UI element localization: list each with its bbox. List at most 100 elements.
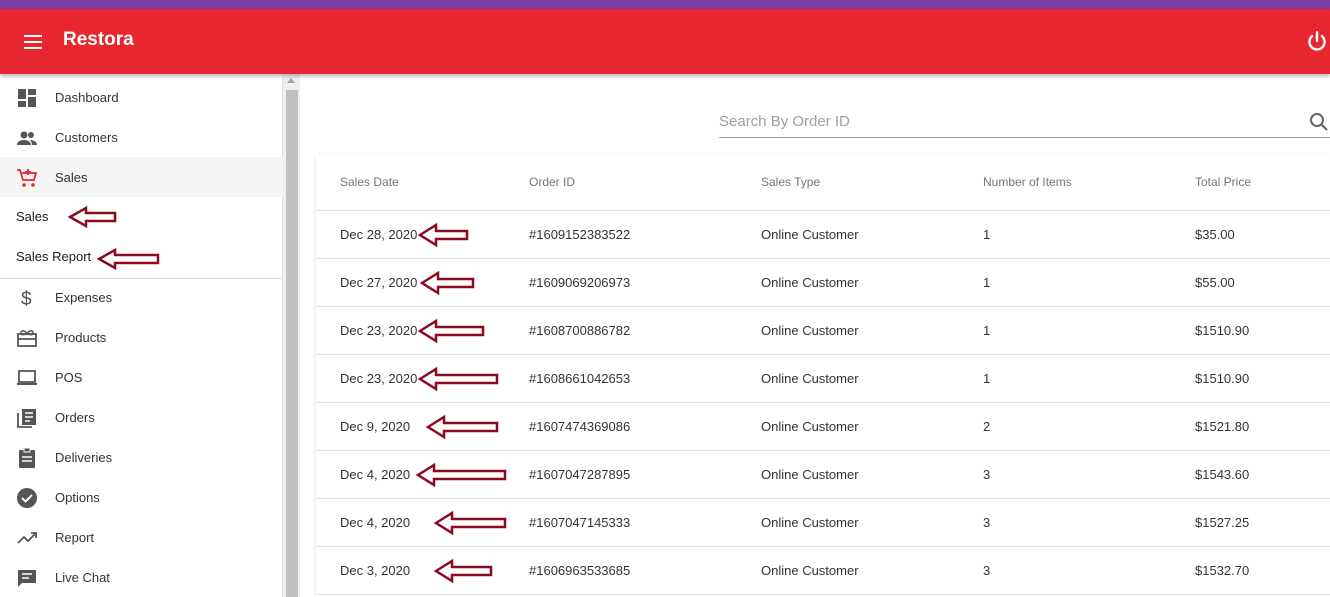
annotation-arrow-icon [426,415,499,439]
cell-order-id: #1607474369086 [529,419,631,434]
table-row[interactable]: Dec 23, 2020 #1608661042653 Online Custome… [316,355,1330,403]
cell-sales-type: Online Customer [761,275,859,290]
sidebar-item-deliveries[interactable]: Deliveries [0,437,283,477]
column-header-sales-date[interactable]: Sales Date [340,175,399,189]
sidebar-item-label: Options [55,489,100,505]
cell-order-id: #1608700886782 [529,323,631,338]
gift-box-icon [16,327,38,349]
cell-sales-type: Online Customer [761,563,859,578]
column-header-order-id[interactable]: Order ID [529,175,575,189]
sidebar-item-orders[interactable]: Orders [0,397,283,437]
column-header-number-of-items[interactable]: Number of Items [983,175,1072,189]
cell-sales-date: Dec 27, 2020 [340,275,418,290]
submenu-item-label: Sales [16,209,49,224]
sidebar-scrollbar[interactable] [283,74,300,597]
cell-total-price: $1510.90 [1195,323,1250,338]
cell-number-of-items: 3 [983,467,991,482]
table-row[interactable]: Dec 28, 2020 #1609152383522 Online Custome… [316,211,1330,259]
cell-total-price: $55.00 [1195,275,1235,290]
top-strip [0,0,1330,9]
sidebar-item-sales[interactable]: Sales [0,157,283,197]
cell-total-price: $1543.60 [1195,467,1250,482]
sidebar-item-live-chat[interactable]: Live Chat [0,557,283,597]
column-header-total-price[interactable]: Total Price [1195,175,1251,189]
sidebar: Dashboard Customers Sales Sales Sales Re… [0,74,283,597]
list-icon [16,407,38,429]
search-bar [719,106,1330,138]
clipboard-icon [16,447,38,469]
cell-total-price: $1527.25 [1195,515,1250,530]
cell-order-id: #1607047145333 [529,515,631,530]
svg-text:$: $ [21,289,32,309]
annotation-arrow-icon [68,206,117,228]
table-row[interactable]: Dec 4, 2020 #1607047145333 Online Customer… [316,499,1330,547]
cell-total-price: $1532.70 [1195,563,1250,578]
cell-sales-type: Online Customer [761,419,859,434]
search-input[interactable] [719,106,1299,136]
annotation-arrow-icon [434,511,507,535]
trending-icon [16,527,38,549]
cell-sales-type: Online Customer [761,515,859,530]
sidebar-item-options[interactable]: Options [0,477,283,517]
sidebar-item-label: Products [55,329,107,345]
hamburger-menu-icon[interactable] [22,31,46,53]
cell-sales-type: Online Customer [761,227,859,242]
sidebar-item-label: Live Chat [55,569,110,585]
cell-total-price: $1521.80 [1195,419,1250,434]
annotation-arrow-icon [418,319,485,343]
sidebar-item-label: Sales [55,169,88,185]
sidebar-item-products[interactable]: Products [0,317,283,357]
sidebar-item-label: Dashboard [55,89,119,105]
sidebar-item-report[interactable]: Report [0,517,283,557]
cell-sales-type: Online Customer [761,323,859,338]
cell-sales-date: Dec 4, 2020 [340,467,411,482]
sidebar-item-label: Deliveries [55,449,113,465]
cell-order-id: #1606963533685 [529,563,631,578]
table-row[interactable]: Dec 3, 2020 #1606963533685 Online Customer… [316,547,1330,595]
search-icon[interactable] [1309,112,1329,132]
cell-sales-date: Dec 3, 2020 [340,563,411,578]
table-row[interactable]: Dec 9, 2020 #1607474369086 Online Customer… [316,403,1330,451]
cell-sales-type: Online Customer [761,371,859,386]
scroll-up-icon[interactable] [287,78,295,83]
cell-number-of-items: 1 [983,227,991,242]
cell-sales-date: Dec 23, 2020 [340,371,418,386]
power-icon[interactable] [1304,29,1330,55]
cell-number-of-items: 1 [983,323,991,338]
annotation-arrow-icon [418,367,499,391]
sidebar-item-label: Report [55,529,95,545]
submenu-item-sales[interactable]: Sales [0,197,283,237]
table-row[interactable]: Dec 4, 2020 #1607047287895 Online Customer… [316,451,1330,499]
dollar-icon: $ [16,287,38,310]
submenu-item-label: Sales Report [16,249,92,264]
cell-sales-date: Dec 23, 2020 [340,323,418,338]
chat-icon [16,567,38,589]
cell-number-of-items: 1 [983,275,991,290]
cell-number-of-items: 2 [983,419,991,434]
dashboard-icon [16,87,38,109]
people-icon [16,127,38,149]
sidebar-item-label: Orders [55,409,95,425]
sidebar-item-pos[interactable]: POS [0,357,283,397]
cell-sales-date: Dec 4, 2020 [340,515,411,530]
check-circle-icon [16,487,38,509]
app-title: Restora [63,29,134,50]
sidebar-item-dashboard[interactable]: Dashboard [0,77,283,117]
annotation-arrow-icon [97,248,160,270]
annotation-arrow-icon [420,271,475,295]
cell-sales-date: Dec 28, 2020 [340,227,418,242]
table-row[interactable]: Dec 27, 2020 #1609069206973 Online Custome… [316,259,1330,307]
table-row[interactable]: Dec 23, 2020 #1608700886782 Online Custome… [316,307,1330,355]
cell-order-id: #1609152383522 [529,227,631,242]
table-header: Sales Date Order ID Sales Type Number of… [316,154,1330,211]
sidebar-item-customers[interactable]: Customers [0,117,283,157]
sales-table: Sales Date Order ID Sales Type Number of… [316,154,1330,597]
cell-total-price: $35.00 [1195,227,1235,242]
scroll-thumb[interactable] [286,90,298,597]
cell-number-of-items: 1 [983,371,991,386]
cell-sales-type: Online Customer [761,467,859,482]
sidebar-item-expenses[interactable]: $ Expenses [0,277,283,317]
cell-order-id: #1608661042653 [529,371,631,386]
sidebar-item-label: POS [55,369,83,385]
column-header-sales-type[interactable]: Sales Type [761,175,820,189]
